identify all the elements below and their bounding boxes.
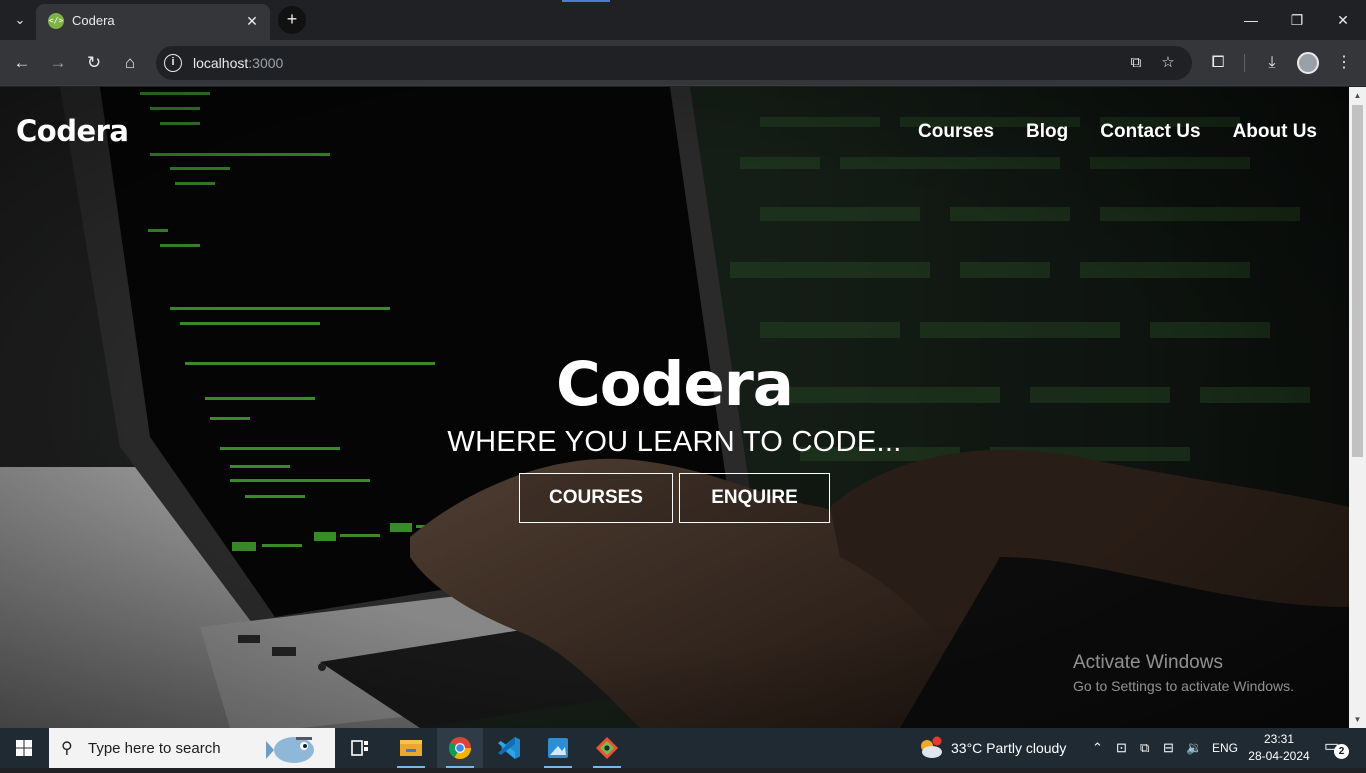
address-bar[interactable]: i localhost:3000 ⧉ ☆ [156,46,1192,80]
clock-time: 23:31 [1263,732,1295,746]
vscode-icon[interactable] [486,728,532,768]
scrollbar-thumb[interactable] [1352,105,1363,457]
url-text[interactable]: localhost:3000 [193,55,283,71]
windows-taskbar: ⚲ Type here to search 33°C Partly cloudy… [0,728,1366,768]
courses-button[interactable]: COURSES [519,473,673,523]
windows-start-icon[interactable] [0,728,48,768]
restore-icon[interactable]: ❐ [1274,0,1320,40]
network-icon[interactable]: ⊟ [1163,740,1174,756]
url-port: :3000 [248,55,284,71]
notification-center-icon[interactable]: ▭ 2 [1324,736,1349,760]
home-icon[interactable]: ⌂ [116,49,144,77]
search-icon: ⚲ [61,740,73,757]
tab-drag-indicator [562,0,610,2]
language-indicator[interactable]: ENG [1212,741,1238,755]
minimize-icon[interactable]: — [1228,0,1274,40]
reload-icon[interactable]: ↻ [80,49,108,77]
search-highlight-fish-icon[interactable] [266,731,322,767]
scroll-down-icon[interactable]: ▼ [1349,711,1366,728]
meet-now-icon[interactable]: ⊡ [1116,740,1127,756]
nav-about-us[interactable]: About Us [1233,121,1317,143]
watermark-subtitle: Go to Settings to activate Windows. [1073,678,1294,694]
forward-icon[interactable]: → [44,49,72,77]
onedrive-icon[interactable]: ⧉ [1140,740,1149,756]
site-logo[interactable]: Codera [16,114,129,148]
nav-courses[interactable]: Courses [918,121,994,143]
page-viewport: Codera Courses Blog Contact Us About Us … [0,87,1349,728]
git-app-icon[interactable] [584,728,630,768]
profile-avatar-icon[interactable] [1297,52,1319,74]
extensions-icon[interactable]: ⧠ [1207,52,1229,74]
activate-windows-watermark: Activate Windows Go to Settings to activ… [1073,652,1294,698]
bookmark-star-icon[interactable]: ☆ [1158,53,1178,73]
site-info-icon[interactable]: i [164,54,182,72]
tab-codera[interactable]: </> Codera ✕ [36,4,270,40]
menu-kebab-icon[interactable]: ⋮ [1333,52,1355,74]
nav-contact-us[interactable]: Contact Us [1100,121,1200,143]
page-scrollbar[interactable]: ▲ ▼ [1349,87,1366,728]
search-placeholder: Type here to search [88,740,221,757]
site-nav: Courses Blog Contact Us About Us [918,121,1317,143]
enquire-button[interactable]: ENQUIRE [679,473,830,523]
weather-text[interactable]: 33°C Partly cloudy [951,740,1066,756]
scroll-up-icon[interactable]: ▲ [1349,87,1366,104]
back-icon[interactable]: ← [8,49,36,77]
toolbar-divider [1244,54,1245,72]
paint-app-icon[interactable] [535,728,581,768]
watermark-title: Activate Windows [1073,652,1223,673]
weather-icon[interactable] [916,736,946,760]
new-tab-icon[interactable]: + [278,6,306,34]
tab-title: Codera [72,13,115,28]
favicon-icon: </> [48,13,64,29]
task-view-icon[interactable] [337,728,383,768]
volume-icon[interactable]: 🔉 [1186,740,1202,756]
tab-strip: ⌄ </> Codera ✕ + — ❐ ✕ [0,0,1366,40]
window-close-icon[interactable]: ✕ [1320,0,1366,40]
clock[interactable]: 23:31 28-04-2024 [1246,731,1312,765]
hero-subtitle: WHERE YOU LEARN TO CODE... [447,426,902,458]
browser-toolbar: ← → ↻ ⌂ i localhost:3000 ⧉ ☆ ⧠ ⤓ ⋮ [0,40,1366,86]
url-host: localhost [193,55,249,71]
show-hidden-icons-icon[interactable]: ⌃ [1092,740,1103,756]
file-explorer-icon[interactable] [388,728,434,768]
install-app-icon[interactable]: ⧉ [1126,53,1146,73]
downloads-icon[interactable]: ⤓ [1261,52,1283,74]
notification-count: 2 [1334,744,1349,759]
nav-blog[interactable]: Blog [1026,121,1068,143]
hero-title: Codera [556,349,794,420]
close-icon[interactable]: ✕ [242,11,262,31]
tab-search-icon[interactable]: ⌄ [8,9,32,31]
clock-date: 28-04-2024 [1248,749,1310,763]
chrome-icon[interactable] [437,728,483,768]
